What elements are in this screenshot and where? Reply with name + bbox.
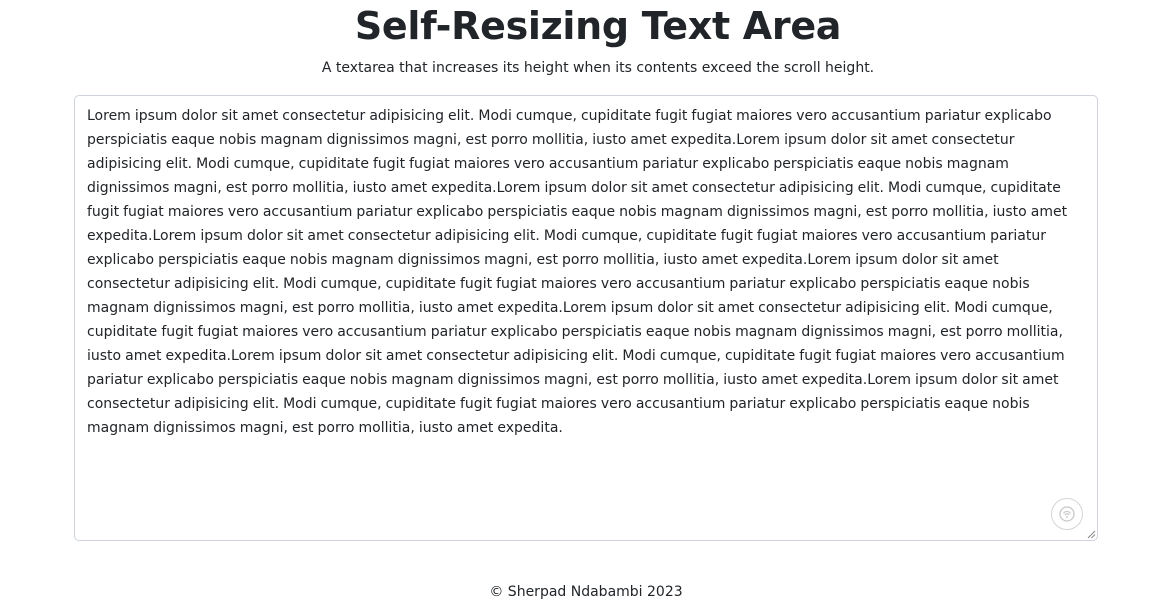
self-resizing-textarea[interactable]: Lorem ipsum dolor sit amet consectetur a… [74, 95, 1098, 541]
grammarly-glyph-icon [1059, 506, 1075, 522]
footer-copyright: © Sherpad Ndabambi 2023 [489, 584, 683, 600]
page-title: Self-Resizing Text Area [354, 4, 842, 48]
textarea-content[interactable]: Lorem ipsum dolor sit amet consectetur a… [87, 104, 1085, 440]
page-subtitle: A textarea that increases its height whe… [321, 60, 875, 76]
page: Self-Resizing Text Area A textarea that … [0, 0, 1172, 614]
resize-grip-icon[interactable] [1086, 529, 1096, 539]
grammarly-icon[interactable] [1051, 498, 1083, 530]
